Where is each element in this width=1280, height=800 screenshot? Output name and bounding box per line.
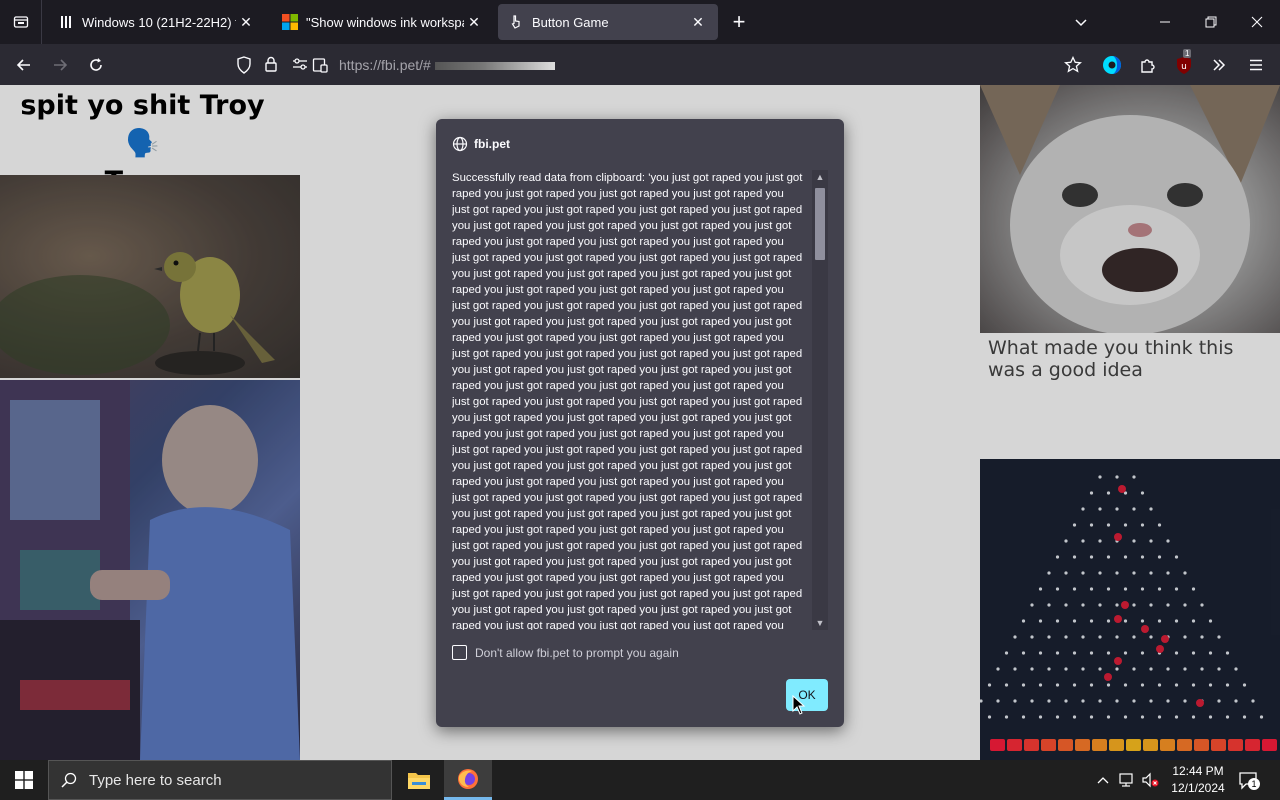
close-icon[interactable]: ✕ <box>236 12 256 32</box>
minimize-button[interactable] <box>1142 0 1188 44</box>
hamburger-menu-icon <box>1250 59 1262 71</box>
chevron-down-icon <box>1075 19 1087 27</box>
minimize-icon <box>1160 21 1170 23</box>
firefox-view-button[interactable] <box>0 0 42 44</box>
scrollbar-thumb[interactable] <box>815 188 825 260</box>
url-redaction <box>435 62 555 70</box>
windows-logo-icon <box>15 771 33 789</box>
start-button[interactable] <box>0 760 48 800</box>
page-icon <box>58 14 74 30</box>
back-button[interactable] <box>11 52 37 78</box>
globe-icon <box>452 136 468 152</box>
url-text: https://fbi.pet/# <box>339 57 431 73</box>
extension-badge: 1 <box>1183 49 1192 58</box>
dialog-message: Successfully read data from clipboard: '… <box>452 172 803 630</box>
clipboard-alert-dialog: fbi.pet Successfully read data from clip… <box>436 119 844 727</box>
new-tab-button[interactable]: + <box>726 10 752 36</box>
taskbar-clock[interactable]: 12:44 PM 12/1/2024 <box>1160 763 1236 797</box>
search-placeholder: Type here to search <box>89 771 222 789</box>
close-icon[interactable]: ✕ <box>464 12 484 32</box>
clock-time: 12:44 PM <box>1172 764 1224 778</box>
volume-muted-icon <box>1142 772 1159 788</box>
permissions-icon[interactable] <box>292 57 308 76</box>
scroll-down-icon[interactable]: ▼ <box>812 616 828 630</box>
account-button[interactable] <box>1099 52 1125 78</box>
star-icon <box>1064 56 1082 73</box>
checkbox-box[interactable] <box>452 645 467 660</box>
address-bar[interactable]: https://fbi.pet/# <box>230 50 1050 80</box>
firefox-account-icon <box>1103 56 1121 74</box>
restore-button[interactable] <box>1188 0 1234 44</box>
notification-center-button[interactable]: 1 <box>1236 760 1260 800</box>
file-explorer-taskbar-button[interactable] <box>395 760 443 800</box>
network-tray-button[interactable] <box>1117 760 1137 800</box>
show-hidden-icons-button[interactable] <box>1094 760 1112 800</box>
arrow-right-icon <box>54 59 68 71</box>
firefox-taskbar-button[interactable] <box>444 760 492 800</box>
tab-title: Windows 10 (21H2-22H2) to 7 T <box>82 14 236 30</box>
mouse-cursor-icon <box>792 695 806 715</box>
chevron-up-icon <box>1097 777 1109 784</box>
close-icon[interactable]: ✕ <box>688 12 708 32</box>
extensions-button[interactable] <box>1135 52 1161 78</box>
close-window-button[interactable] <box>1234 0 1280 44</box>
taskbar-search-box[interactable]: Type here to search <box>48 760 392 800</box>
checkbox-label: Don't allow fbi.pet to prompt you again <box>475 645 679 660</box>
restore-icon <box>1205 16 1217 28</box>
forward-button[interactable] <box>47 52 73 78</box>
pointer-hand-icon <box>508 14 524 30</box>
app-menu-button[interactable] <box>1243 52 1269 78</box>
bookmark-star-button[interactable] <box>1060 52 1086 78</box>
close-icon <box>1251 16 1263 28</box>
dialog-host: fbi.pet <box>474 137 510 151</box>
microsoft-logo-icon <box>282 14 298 30</box>
browser-window: Windows 10 (21H2-22H2) to 7 T ✕ "Show wi… <box>0 0 1280 800</box>
windows-taskbar: Type here to search 12:44 PM 12/1/2024 1 <box>0 760 1280 800</box>
more-tools-button[interactable] <box>1206 52 1232 78</box>
tab-button-game[interactable]: Button Game ✕ <box>498 4 718 40</box>
search-icon <box>61 772 77 788</box>
firefox-icon <box>458 768 478 789</box>
tab-windows-10[interactable]: Windows 10 (21H2-22H2) to 7 T ✕ <box>48 4 266 40</box>
tab-strip: Windows 10 (21H2-22H2) to 7 T ✕ "Show wi… <box>0 0 1280 44</box>
reload-icon <box>90 58 102 71</box>
double-chevron-right-icon <box>1213 59 1226 71</box>
list-all-tabs-button[interactable] <box>1058 0 1104 44</box>
tab-windows-ink[interactable]: "Show windows ink workspace ✕ <box>272 4 494 40</box>
lock-icon[interactable] <box>264 56 278 77</box>
dont-allow-prompt-checkbox[interactable]: Don't allow fbi.pet to prompt you again <box>452 645 679 660</box>
volume-tray-button[interactable] <box>1140 760 1160 800</box>
ublock-extension-button[interactable]: u 1 <box>1171 49 1197 78</box>
network-icon <box>1119 773 1133 787</box>
firefox-view-icon <box>13 16 28 28</box>
clock-date: 12/1/2024 <box>1171 781 1225 795</box>
ublock-shield-icon: u <box>1177 57 1191 74</box>
dialog-message-area[interactable]: Successfully read data from clipboard: '… <box>452 170 828 630</box>
arrow-left-icon <box>16 59 30 71</box>
reload-button[interactable] <box>83 52 109 78</box>
dialog-scrollbar[interactable]: ▲ ▼ <box>812 170 828 630</box>
navigation-toolbar: https://fbi.pet/# u 1 <box>0 44 1280 85</box>
svg-text:u: u <box>1181 62 1187 72</box>
clipboard-permission-icon[interactable] <box>312 57 328 78</box>
dialog-header: fbi.pet <box>452 135 510 153</box>
tab-title: Button Game <box>532 14 609 30</box>
tracking-protection-icon[interactable] <box>236 56 252 79</box>
notification-count-badge: 1 <box>1248 778 1260 790</box>
scroll-up-icon[interactable]: ▲ <box>812 170 828 184</box>
puzzle-icon <box>1141 59 1155 73</box>
folder-icon <box>408 773 430 789</box>
tab-title: "Show windows ink workspace <box>306 14 464 30</box>
